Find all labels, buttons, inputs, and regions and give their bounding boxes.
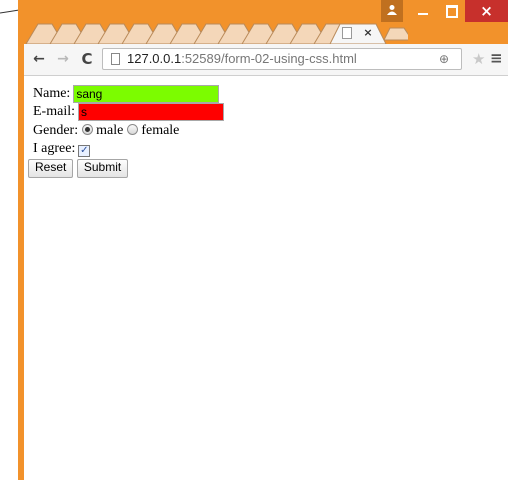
minimize-button[interactable]: [410, 0, 436, 22]
gender-male-radio[interactable]: [82, 124, 94, 135]
person-icon: [387, 5, 397, 15]
page-icon: [342, 27, 352, 39]
gender-male-label: male: [96, 123, 124, 138]
gender-female-radio[interactable]: [127, 124, 139, 135]
menu-icon[interactable]: ≡: [490, 49, 503, 67]
button-row: Reset Submit: [28, 159, 129, 178]
profile-button[interactable]: [381, 0, 403, 22]
page-icon: [111, 53, 120, 65]
close-icon: ×: [480, 2, 493, 20]
browser-toolbar: ← → C 127.0.0.1:52589/form-02-using-css.…: [24, 44, 508, 76]
close-window-button[interactable]: ×: [465, 0, 508, 22]
gender-female-label: female: [141, 123, 180, 138]
email-input[interactable]: s: [78, 103, 224, 121]
url-host: 127.0.0.1: [127, 51, 182, 66]
page-content: Name: sang E-mail: s Gender: male female I a…: [24, 76, 508, 480]
agree-checkbox[interactable]: ✓: [78, 145, 91, 157]
reload-button[interactable]: C: [78, 50, 96, 68]
agree-label: I agree:: [33, 141, 76, 156]
browser-window: × × ← → C 127.0.0.1:52589/form-02-using-…: [18, 0, 508, 480]
email-row: E-mail: s: [33, 103, 224, 121]
gender-label: Gender:: [33, 123, 79, 138]
name-row: Name: sang: [33, 85, 220, 103]
zoom-icon[interactable]: ⊕: [439, 52, 453, 66]
reset-button[interactable]: Reset: [28, 159, 74, 178]
maximize-button[interactable]: [438, 0, 464, 22]
back-button[interactable]: ←: [30, 50, 48, 68]
email-label: E-mail:: [33, 104, 75, 119]
gender-row: Gender: male female: [33, 122, 179, 140]
bookmark-star-icon[interactable]: ★: [472, 50, 485, 68]
name-label: Name:: [33, 86, 71, 101]
tab-close-icon[interactable]: ×: [361, 26, 375, 40]
agree-row: I agree: ✓: [33, 140, 91, 158]
address-bar[interactable]: 127.0.0.1:52589/form-02-using-css.html ⊕: [102, 48, 462, 70]
url-text: 127.0.0.1:52589/form-02-using-css.html: [127, 51, 357, 66]
name-input[interactable]: sang: [73, 85, 220, 103]
submit-button[interactable]: Submit: [76, 159, 129, 178]
url-path: :52589/form-02-using-css.html: [181, 51, 357, 66]
forward-button[interactable]: →: [54, 50, 72, 68]
tab-strip: × ×: [18, 0, 508, 44]
